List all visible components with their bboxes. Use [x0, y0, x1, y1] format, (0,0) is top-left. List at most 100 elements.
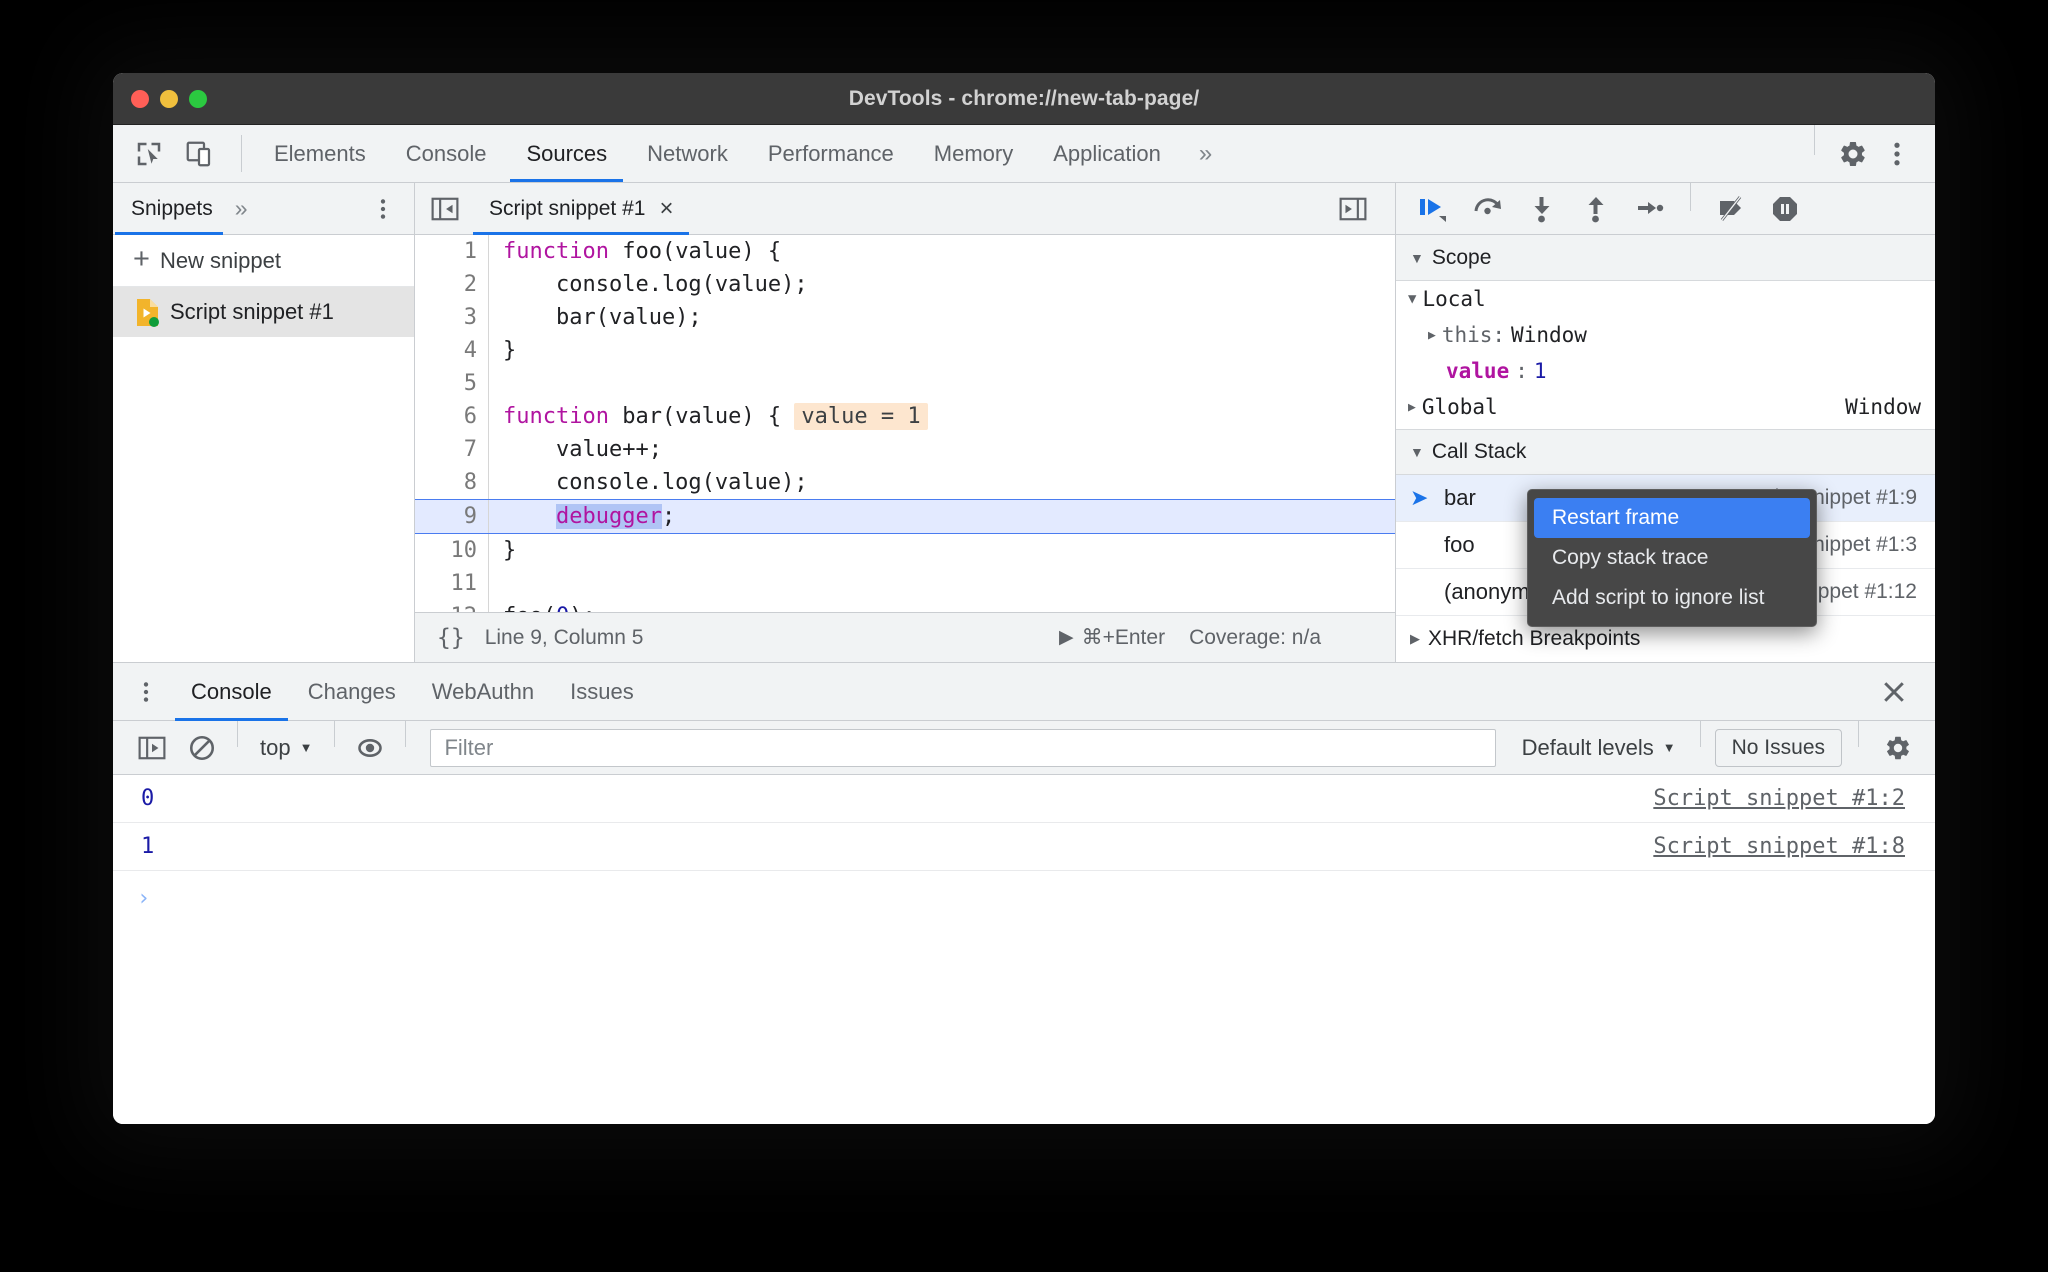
show-navigator-icon[interactable] — [415, 196, 473, 222]
line-content — [489, 367, 1395, 400]
line-number[interactable]: 11 — [415, 567, 489, 600]
drawer-tab-changes[interactable]: Changes — [290, 663, 414, 720]
pause-on-exceptions-icon[interactable] — [1761, 187, 1809, 231]
tab-performance[interactable]: Performance — [748, 125, 914, 182]
line-number[interactable]: 3 — [415, 301, 489, 334]
code-line[interactable]: 7 value++; — [415, 433, 1395, 466]
debugger-sidebar: ▼ Scope ▼ Local ▶ this: Window value: 1 — [1395, 183, 1935, 662]
code-line[interactable]: 1 function foo(value) { — [415, 235, 1395, 268]
tab-network[interactable]: Network — [627, 125, 748, 182]
scope-entry-value[interactable]: value: 1 — [1396, 353, 1935, 389]
code-line[interactable]: 8 console.log(value); — [415, 466, 1395, 499]
navigator-kebab-menu-icon[interactable] — [370, 196, 414, 222]
editor-tabbar: Script snippet #1 × — [415, 183, 1395, 235]
chevron-right-icon: ▶ — [1408, 399, 1416, 415]
kebab-menu-icon[interactable] — [1875, 132, 1919, 176]
line-number[interactable]: 9 — [415, 500, 489, 533]
scope-entry-local[interactable]: ▼ Local — [1396, 281, 1935, 317]
step-into-next-function-call-icon[interactable] — [1518, 187, 1566, 231]
console-toolbar-divider-1 — [237, 721, 238, 747]
line-number[interactable]: 6 — [415, 400, 489, 433]
run-shortcut-label: ⌘+Enter — [1081, 626, 1166, 649]
editor-tab-script-snippet[interactable]: Script snippet #1 × — [473, 183, 690, 235]
context-menu-item-add-script-to-ignore-list[interactable]: Add script to ignore list — [1534, 578, 1810, 618]
context-menu[interactable]: Restart frame Copy stack trace Add scrip… — [1527, 489, 1817, 627]
tab-elements[interactable]: Elements — [254, 125, 386, 182]
context-menu-item-restart-frame[interactable]: Restart frame — [1534, 498, 1810, 538]
tab-application[interactable]: Application — [1033, 125, 1181, 182]
close-drawer-icon[interactable] — [1879, 677, 1935, 707]
step-over-next-function-call-icon[interactable] — [1464, 187, 1512, 231]
console-message-row: 0 Script snippet #1:2 — [113, 775, 1935, 823]
clear-console-icon[interactable] — [179, 727, 225, 769]
navigator-more-chevron-icon[interactable]: » — [225, 195, 258, 222]
code-line[interactable]: 6 function bar(value) { value = 1 — [415, 400, 1395, 433]
line-content — [489, 567, 1395, 600]
run-triangle-icon[interactable]: ▶ — [1059, 626, 1074, 649]
code-line[interactable]: 10} — [415, 534, 1395, 567]
line-number[interactable]: 8 — [415, 466, 489, 499]
device-toolbar-icon[interactable] — [177, 132, 221, 176]
traffic-light-buttons[interactable] — [131, 89, 207, 108]
show-debugger-icon[interactable] — [1323, 196, 1381, 222]
console-message-source-link[interactable]: Script snippet #1:2 — [1653, 786, 1935, 811]
context-menu-item-copy-stack-trace[interactable]: Copy stack trace — [1534, 538, 1810, 578]
close-icon[interactable]: × — [659, 196, 673, 221]
drawer-tab-webauthn[interactable]: WebAuthn — [414, 663, 552, 720]
minimize-window-button[interactable] — [160, 89, 178, 108]
drawer-kebab-menu-icon[interactable] — [113, 679, 173, 705]
line-number[interactable]: 1 — [415, 235, 489, 268]
drawer-tab-webauthn-label: WebAuthn — [431, 678, 535, 704]
call-stack-title: Call Stack — [1431, 440, 1527, 464]
line-number[interactable]: 4 — [415, 334, 489, 367]
call-stack-section-header[interactable]: ▼ Call Stack — [1396, 429, 1935, 476]
code-line[interactable]: 12foo(0); — [415, 600, 1395, 612]
drawer-tab-console[interactable]: Console — [173, 663, 290, 721]
list-item[interactable]: Script snippet #1 — [113, 287, 414, 337]
resume-script-execution-icon[interactable] — [1410, 187, 1458, 231]
line-number[interactable]: 5 — [415, 367, 489, 400]
code-line[interactable]: 9 debugger; — [415, 499, 1395, 534]
execution-context-selector[interactable]: top ▼ — [250, 735, 322, 761]
code-editor[interactable]: 1 function foo(value) {2 console.log(valu… — [415, 235, 1395, 612]
gear-icon[interactable] — [1831, 132, 1875, 176]
step-icon[interactable] — [1626, 187, 1674, 231]
code-line[interactable]: 5 — [415, 367, 1395, 400]
log-levels-selector[interactable]: Default levels ▼ — [1512, 735, 1686, 761]
maximize-window-button[interactable] — [189, 89, 207, 108]
inspect-element-icon[interactable] — [127, 132, 171, 176]
gear-icon[interactable] — [1875, 727, 1921, 769]
console-message-source-link[interactable]: Script snippet #1:8 — [1653, 834, 1935, 859]
new-snippet-button[interactable]: + New snippet — [113, 235, 414, 287]
line-number[interactable]: 2 — [415, 268, 489, 301]
line-number[interactable]: 10 — [415, 534, 489, 567]
editor-tab-label: Script snippet #1 — [489, 196, 646, 220]
main-toolbar: Elements Console Sources Network Perform… — [113, 125, 1935, 183]
tab-sources[interactable]: Sources — [506, 125, 627, 182]
deactivate-breakpoints-icon[interactable] — [1707, 187, 1755, 231]
navigator-tab-snippets[interactable]: Snippets — [113, 183, 225, 235]
code-token-inline-val: value = 1 — [794, 403, 928, 430]
line-number[interactable]: 7 — [415, 433, 489, 466]
line-number[interactable]: 12 — [415, 600, 489, 612]
code-line[interactable]: 4} — [415, 334, 1395, 367]
code-line[interactable]: 3 bar(value); — [415, 301, 1395, 334]
console-prompt[interactable]: › — [113, 871, 1935, 925]
live-expression-icon[interactable] — [347, 727, 393, 769]
step-out-of-current-function-icon[interactable] — [1572, 187, 1620, 231]
pretty-print-icon[interactable]: {} — [415, 625, 485, 651]
scope-entry-this[interactable]: ▶ this: Window — [1396, 317, 1935, 353]
code-line[interactable]: 11 — [415, 567, 1395, 600]
drawer-tab-issues[interactable]: Issues — [552, 663, 652, 720]
filter-input[interactable]: Filter — [430, 728, 1496, 767]
more-panels-chevron-icon[interactable]: » — [1181, 125, 1230, 182]
tab-console[interactable]: Console — [386, 125, 507, 182]
close-window-button[interactable] — [131, 89, 149, 108]
tab-memory[interactable]: Memory — [914, 125, 1033, 182]
code-line[interactable]: 2 console.log(value); — [415, 268, 1395, 301]
console-sidebar-icon[interactable] — [129, 727, 175, 769]
line-content: function bar(value) { value = 1 — [489, 400, 1395, 433]
scope-entry-global[interactable]: ▶ Global Window — [1396, 389, 1935, 425]
scope-section-header[interactable]: ▼ Scope — [1396, 235, 1935, 281]
issues-button[interactable]: No Issues — [1714, 728, 1842, 767]
